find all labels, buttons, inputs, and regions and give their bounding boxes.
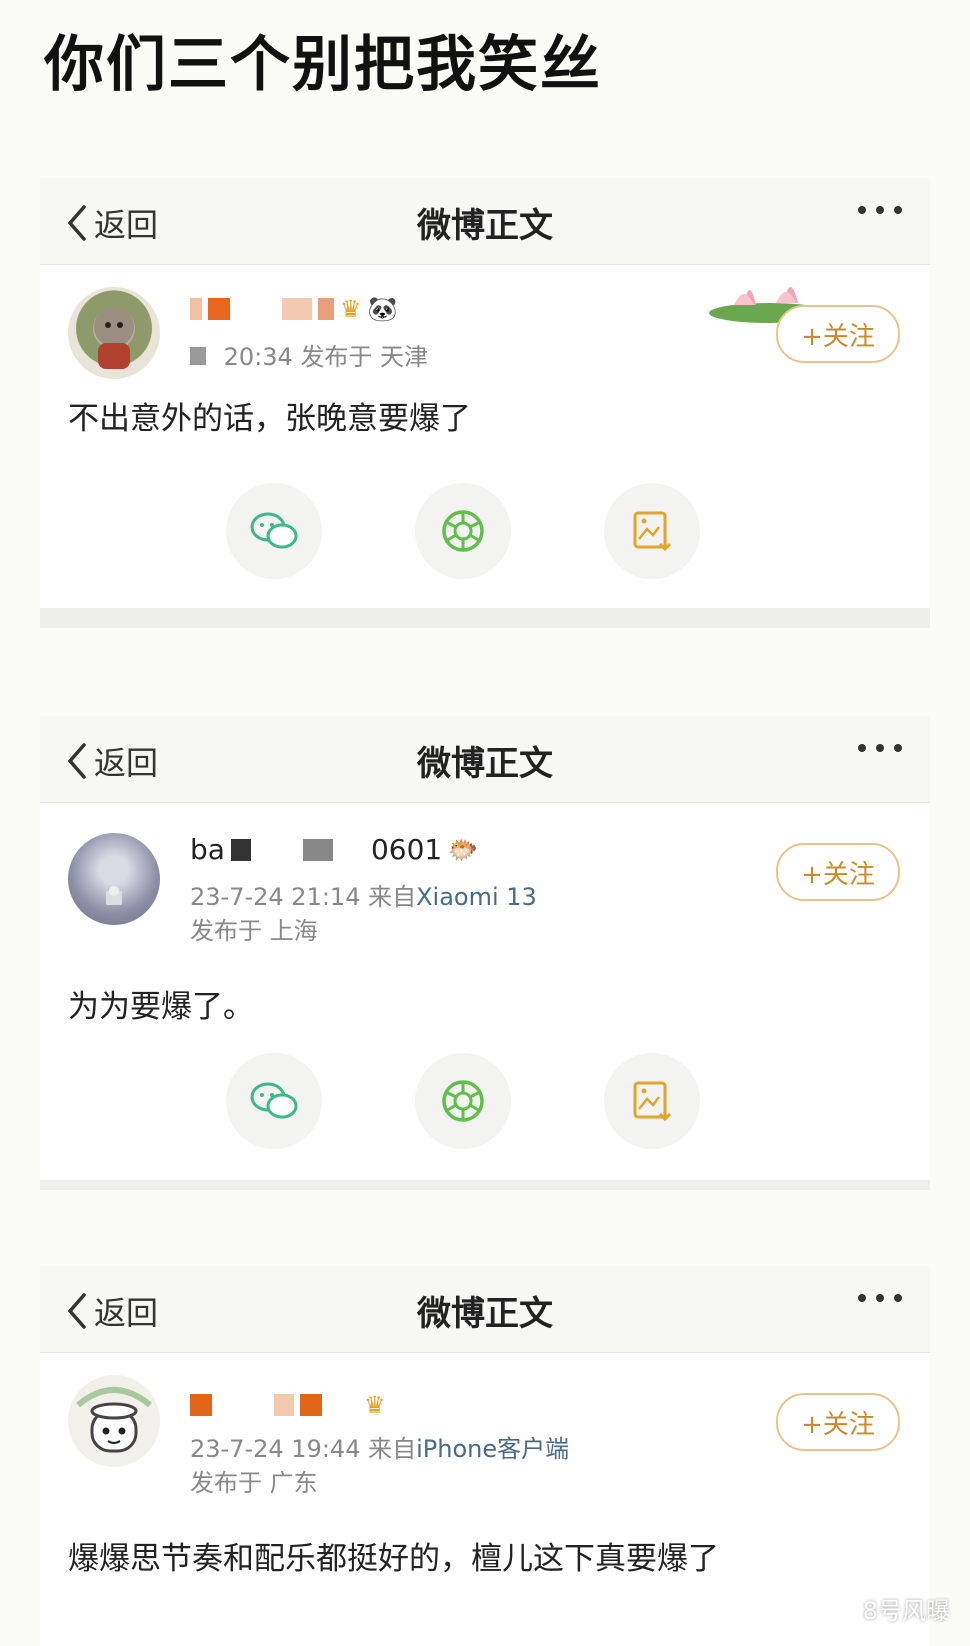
save-image-icon <box>633 511 672 552</box>
wechat-icon <box>250 1082 298 1119</box>
nav-title: 微博正文 <box>417 744 553 784</box>
share-actions <box>40 1053 930 1149</box>
follow-button[interactable]: +关注 <box>776 305 900 363</box>
nav-title: 微博正文 <box>417 206 553 246</box>
more-icon[interactable] <box>858 1294 902 1302</box>
post-meta: 23-7-24 19:44 来自iPhone客户端 <box>190 1435 570 1463</box>
divider <box>40 608 930 628</box>
save-image-button[interactable] <box>604 483 700 579</box>
post-meta: 20:34 发布于 天津 <box>190 337 428 372</box>
nav-bar: 返回 微博正文 <box>40 178 930 265</box>
post-location: 发布于 广东 <box>190 1469 318 1497</box>
vip-crown-icon: ♛ <box>364 1391 386 1419</box>
source-link[interactable]: Xiaomi 13 <box>416 883 537 911</box>
post-content: 为为要爆了。 <box>68 989 254 1025</box>
share-wechat-button[interactable] <box>226 1053 322 1149</box>
nav-bar: 返回 微博正文 <box>40 716 930 803</box>
avatar[interactable] <box>68 1375 160 1467</box>
share-moments-button[interactable] <box>415 483 511 579</box>
share-moments-button[interactable] <box>415 1053 511 1149</box>
post-location: 发布于 上海 <box>190 917 318 945</box>
avatar[interactable] <box>68 287 160 379</box>
nav-bar: 返回 微博正文 <box>40 1266 930 1353</box>
share-actions <box>40 483 930 579</box>
post-content: 不出意外的话，张晚意要爆了 <box>68 401 471 437</box>
page-headline: 你们三个别把我笑丝 <box>44 30 602 100</box>
divider <box>40 1180 930 1190</box>
username[interactable]: ba 0601 🐡 <box>190 833 478 866</box>
more-icon[interactable] <box>858 744 902 752</box>
moments-icon <box>442 1080 484 1122</box>
source-link[interactable]: iPhone客户端 <box>416 1435 569 1463</box>
post-meta: 23-7-24 21:14 来自Xiaomi 13 <box>190 883 537 911</box>
weibo-card-1: 返回 微博正文 ♛ 🐼 20:34 发布于 天津 +关注 不出意外的话，张晚意要… <box>40 178 930 608</box>
post-content: 爆爆思节奏和配乐都挺好的，檀儿这下真要爆了 <box>68 1541 719 1577</box>
weibo-card-3: 返回 微博正文 ♛ 23-7-24 19:44 来自iPhone客户端 发布于 … <box>40 1266 930 1646</box>
vip-crown-icon: ♛ <box>340 295 362 323</box>
wechat-logo-icon <box>829 1598 856 1619</box>
fish-badge-icon: 🐡 <box>448 835 479 864</box>
username[interactable]: ♛ 🐼 <box>190 295 397 323</box>
share-wechat-button[interactable] <box>226 483 322 579</box>
follow-button[interactable]: +关注 <box>776 1393 900 1451</box>
moments-icon <box>442 510 484 552</box>
username[interactable]: ♛ <box>190 1391 386 1419</box>
watermark: 8号风曝 <box>829 1591 950 1626</box>
save-image-icon <box>633 1081 672 1122</box>
wechat-icon <box>250 512 298 549</box>
more-icon[interactable] <box>858 206 902 214</box>
avatar[interactable] <box>68 833 160 925</box>
follow-button[interactable]: +关注 <box>776 843 900 901</box>
weibo-card-2: 返回 微博正文 ba 0601 🐡 23-7-24 21:14 来自Xiaomi… <box>40 716 930 1178</box>
panda-icon: 🐼 <box>367 295 398 323</box>
nav-title: 微博正文 <box>417 1294 553 1334</box>
save-image-button[interactable] <box>604 1053 700 1149</box>
